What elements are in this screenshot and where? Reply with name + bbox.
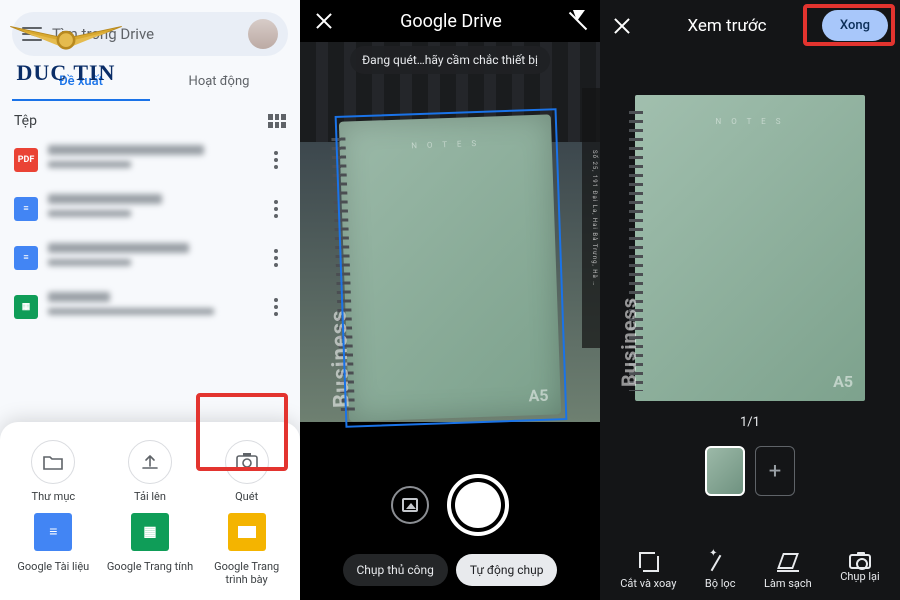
- crop-rotate-icon: [637, 550, 659, 572]
- image-icon: [402, 498, 418, 512]
- action-sheets[interactable]: ▦ Google Trang tính: [105, 510, 196, 586]
- tool-crop-rotate[interactable]: Cắt và xoay: [620, 550, 676, 590]
- pdf-icon: PDF: [14, 148, 38, 172]
- file-list: PDF ≡ ≡ ▦: [0, 135, 300, 331]
- add-page-button[interactable]: +: [755, 446, 795, 496]
- more-icon[interactable]: [266, 249, 286, 267]
- slides-icon: [228, 513, 266, 551]
- flash-off-icon[interactable]: [568, 10, 586, 32]
- search-bar[interactable]: Tìm trong Drive: [12, 12, 288, 56]
- more-icon[interactable]: [266, 151, 286, 169]
- scanner-title: Google Drive: [400, 11, 502, 32]
- search-placeholder: Tìm trong Drive: [52, 25, 238, 43]
- scan-detection-frame: [335, 108, 568, 428]
- scan-status-toast: Đang quét…hãy cầm chắc thiết bị: [350, 46, 550, 74]
- done-button[interactable]: Xong: [822, 10, 888, 41]
- menu-icon[interactable]: [22, 27, 42, 41]
- preview-title: Xem trước: [687, 16, 766, 36]
- file-item[interactable]: ≡: [6, 184, 294, 233]
- magic-wand-icon: [709, 550, 731, 572]
- panel-scanner: Google Drive N O T E S Business A5 Đang …: [300, 0, 600, 600]
- gallery-button[interactable]: [391, 486, 429, 524]
- shutter-button[interactable]: [447, 474, 509, 536]
- action-upload[interactable]: Tải lên: [105, 440, 196, 503]
- more-icon[interactable]: [266, 298, 286, 316]
- doc-icon: ≡: [14, 246, 38, 270]
- tool-retake[interactable]: Chụp lại: [840, 550, 880, 590]
- sheet-icon: ▦: [14, 295, 38, 319]
- chip-manual-capture[interactable]: Chụp thủ công: [343, 554, 448, 586]
- layout-grid-icon[interactable]: [268, 114, 286, 128]
- tool-clean[interactable]: Làm sạch: [764, 550, 812, 590]
- close-icon[interactable]: [612, 16, 632, 36]
- page-counter: 1/1: [600, 415, 900, 430]
- camera-icon: [849, 554, 871, 569]
- new-item-sheet: Thư mục Tải lên Quét ≡ Google Tài liệu ▦…: [0, 422, 300, 600]
- folder-icon: [43, 454, 63, 470]
- docs-icon: ≡: [34, 513, 72, 551]
- file-item[interactable]: ▦: [6, 282, 294, 331]
- panel-drive-home: Tìm trong Drive Đề xuất Hoạt động Tệp PD…: [0, 0, 300, 600]
- action-folder[interactable]: Thư mục: [8, 440, 99, 503]
- file-item[interactable]: ≡: [6, 233, 294, 282]
- section-title: Tệp: [14, 113, 37, 129]
- sheets-icon: ▦: [131, 513, 169, 551]
- eraser-icon: [777, 550, 799, 572]
- upload-icon: [140, 452, 160, 472]
- panel-preview: Xem trước Xong N O T E S Business A5 1/1…: [600, 0, 900, 600]
- address-ruler: Số 25, 191 Đại La, Hai Bà Trưng, Hà …: [582, 88, 600, 348]
- close-icon[interactable]: [314, 11, 334, 31]
- scan-preview-image[interactable]: N O T E S Business A5: [635, 95, 865, 401]
- account-avatar[interactable]: [248, 19, 278, 49]
- tab-suggested[interactable]: Đề xuất: [12, 64, 150, 101]
- action-scan[interactable]: Quét: [201, 440, 292, 503]
- camera-viewfinder: N O T E S Business A5 Đang quét…hãy cầm …: [300, 42, 600, 422]
- action-slides[interactable]: Google Trang trình bày: [201, 510, 292, 586]
- action-docs[interactable]: ≡ Google Tài liệu: [8, 510, 99, 586]
- page-thumbnail[interactable]: [705, 446, 745, 496]
- tool-filter[interactable]: Bộ lọc: [705, 550, 736, 590]
- doc-icon: ≡: [14, 197, 38, 221]
- file-item[interactable]: PDF: [6, 135, 294, 184]
- chip-auto-capture[interactable]: Tự động chụp: [456, 554, 558, 586]
- more-icon[interactable]: [266, 200, 286, 218]
- home-tabs: Đề xuất Hoạt động: [12, 64, 288, 101]
- tab-activity[interactable]: Hoạt động: [150, 64, 288, 101]
- camera-icon: [236, 453, 258, 471]
